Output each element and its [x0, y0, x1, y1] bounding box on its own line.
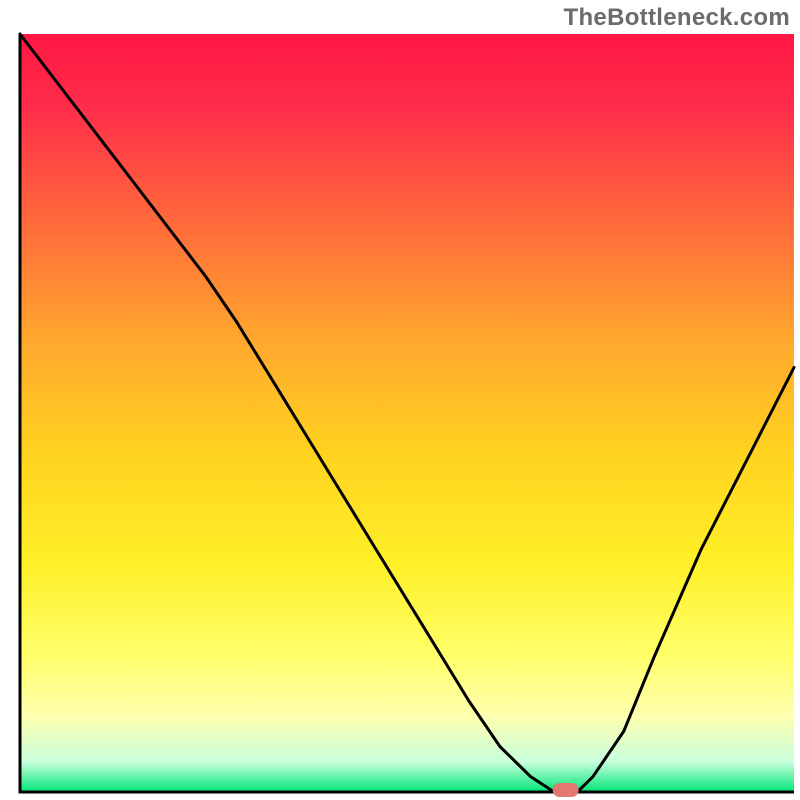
chart-svg: [0, 0, 800, 800]
chart-container: TheBottleneck.com: [0, 0, 800, 800]
optimal-marker: [553, 783, 579, 797]
plot-background: [20, 34, 794, 792]
